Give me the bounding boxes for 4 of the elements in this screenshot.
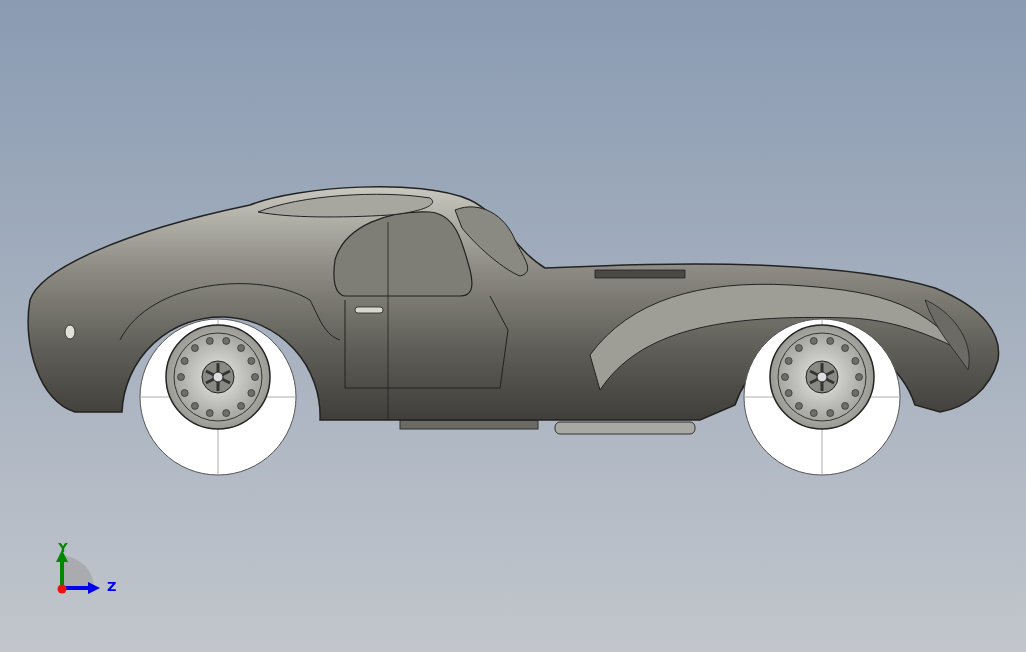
triad-quadrant [62,556,94,588]
axis-label: Z [107,578,117,594]
axis-label: Y [58,539,68,555]
origin-dot [57,584,67,594]
